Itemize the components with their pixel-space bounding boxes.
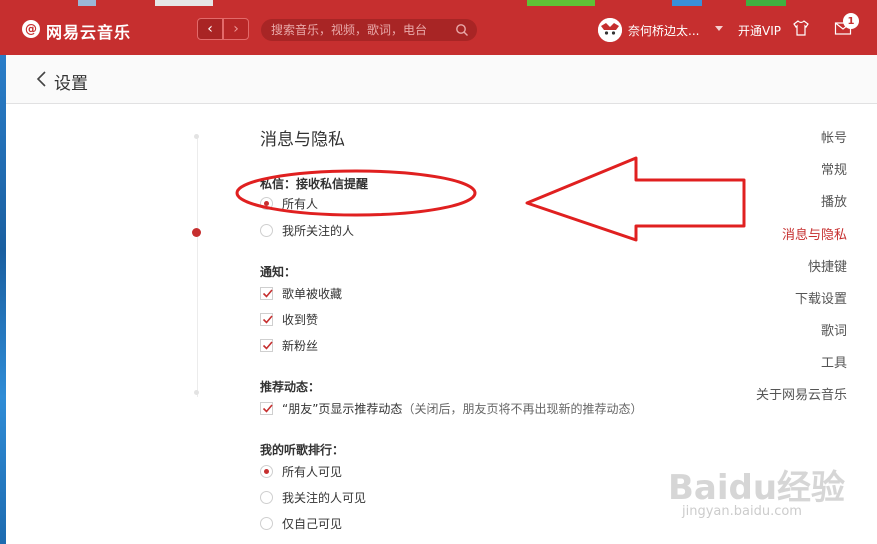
option-label: “朋友”页显示推荐动态 [282,401,403,416]
option-label: 所有人 [282,196,319,211]
search-input[interactable] [271,19,451,41]
search-icon[interactable] [455,23,469,37]
sidebar-item-account[interactable]: 帐号 [821,127,847,146]
section-title: 消息与隐私 [260,130,345,150]
desktop-strip [155,0,213,6]
page-title: 设置 [54,74,88,94]
sidebar-divider [197,135,198,397]
recommend-label: 推荐动态： [260,380,321,394]
sidebar-dot [194,134,199,139]
option-label: 我关注的人可见 [282,490,367,505]
option-label: 收到赞 [282,312,319,327]
netease-logo-icon: @ [22,20,40,38]
radio-pm-everyone[interactable]: 所有人 [260,195,318,211]
mail-badge: 1 [843,13,859,29]
radio-button[interactable] [260,196,273,210]
skin-shirt-icon[interactable] [792,19,810,37]
sidebar-active-dot [192,228,201,237]
search-box[interactable] [261,19,477,41]
desktop-strip [527,0,595,6]
checkbox[interactable] [260,286,273,300]
checkmark-icon [262,403,273,413]
checkbox[interactable] [260,312,273,326]
checkmark-icon [262,340,273,350]
notify-label: 通知： [260,265,297,279]
option-label: 所有人可见 [282,464,343,479]
option-label: 新粉丝 [282,338,319,353]
sidebar-item-download[interactable]: 下载设置 [795,288,847,307]
checkmark-icon [262,314,273,324]
option-note: （关闭后，朋友页将不再出现新的推荐动态） [402,401,643,416]
sidebar-item-lyrics[interactable]: 歌词 [821,320,847,339]
desktop-strip [672,0,702,6]
radio-rank-everyone[interactable]: 所有人可见 [260,463,342,479]
radio-button[interactable] [260,490,273,504]
settings-header: 设置 [6,55,877,104]
sidebar-item-shortcuts[interactable]: 快捷键 [808,256,847,275]
sidebar-item-about[interactable]: 关于网易云音乐 [756,384,847,403]
chevron-right-icon: › [233,21,239,37]
check-received-like[interactable]: 收到赞 [260,311,318,327]
private-message-label: 私信：接收私信提醒 [260,177,369,191]
check-playlist-collected[interactable]: 歌单被收藏 [260,285,342,301]
radio-button[interactable] [260,223,273,237]
checkbox[interactable] [260,338,273,352]
title-bar: @ 网易云音乐 ‹ › 奈何桥边太... 开通VIP 1 [0,0,877,55]
chevron-down-icon[interactable] [715,26,723,31]
option-label: 我所关注的人 [282,223,355,238]
watermark-logo: Baidu经验 [668,468,846,508]
radio-pm-following[interactable]: 我所关注的人 [260,222,354,238]
vip-button[interactable]: 开通VIP [738,22,781,39]
radio-button[interactable] [260,516,273,530]
avatar[interactable] [598,18,622,42]
back-button[interactable]: ‹ [197,18,223,40]
back-arrow-icon[interactable] [35,70,49,88]
app-title: 网易云音乐 [46,23,132,42]
check-new-fans[interactable]: 新粉丝 [260,337,318,353]
forward-button[interactable]: › [223,18,249,40]
checkbox[interactable] [260,401,273,415]
radio-rank-following[interactable]: 我关注的人可见 [260,489,366,505]
ranking-label: 我的听歌排行： [260,443,345,457]
sidebar-item-privacy[interactable]: 消息与隐私 [782,224,847,243]
option-label: 歌单被收藏 [282,286,343,301]
desktop-strip [746,0,786,6]
chevron-left-icon: ‹ [207,21,213,37]
sidebar-item-playback[interactable]: 播放 [821,191,847,210]
check-friend-recommend[interactable]: “朋友”页显示推荐动态 （关闭后，朋友页将不再出现新的推荐动态） [260,400,642,416]
username-label[interactable]: 奈何桥边太... [628,22,699,39]
sidebar-dot [194,390,199,395]
radio-button[interactable] [260,464,273,478]
sidebar-item-tools[interactable]: 工具 [821,352,847,371]
checkmark-icon [262,288,273,298]
watermark-url: jingyan.baidu.com [682,504,802,519]
desktop-strip [78,0,96,6]
option-label: 仅自己可见 [282,516,343,531]
radio-rank-self[interactable]: 仅自己可见 [260,515,342,531]
sidebar-item-general[interactable]: 常规 [821,159,847,178]
